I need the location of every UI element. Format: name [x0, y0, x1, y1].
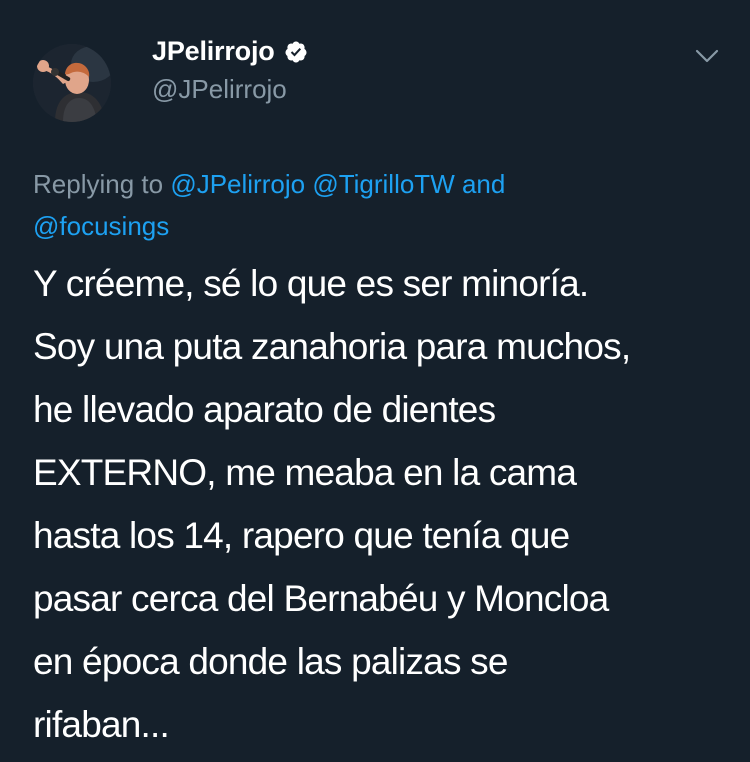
author-handle[interactable]: @JPelirrojo: [152, 74, 287, 105]
tweet-text-line: pasar cerca del Bernabéu y Moncloa: [33, 578, 609, 619]
tweet-text: Y créeme, sé lo que es ser minoría. Soy …: [33, 252, 723, 756]
avatar-photo: [33, 44, 111, 122]
tweet-text-line: Soy una puta zanahoria para muchos,: [33, 326, 631, 367]
tweet-text-line: Y créeme, sé lo que es ser minoría.: [33, 263, 589, 304]
tweet-text-line: rifaban...: [33, 704, 170, 745]
mention-link[interactable]: @JPelirrojo: [170, 169, 305, 199]
tweet-text-line: he llevado aparato de dientes: [33, 389, 496, 430]
avatar[interactable]: [33, 44, 111, 122]
tweet: JPelirrojo @JPelirrojo Replying to @JPel…: [0, 0, 750, 762]
mention-link[interactable]: @TigrilloTW: [312, 169, 454, 199]
author-row[interactable]: JPelirrojo: [152, 36, 308, 67]
reply-prefix: Replying to: [33, 169, 164, 199]
reply-conjunction[interactable]: and: [462, 169, 505, 199]
tweet-text-line: EXTERNO, me meaba en la cama: [33, 452, 577, 493]
verified-badge-icon: [285, 41, 307, 62]
tweet-text-line: hasta los 14, rapero que tenía que: [33, 515, 570, 556]
reply-context: Replying to @JPelirrojo @TigrilloTW and …: [33, 163, 723, 247]
tweet-menu-button[interactable]: [694, 46, 720, 66]
mention-link[interactable]: @focusings: [33, 211, 169, 241]
tweet-text-line: en época donde las palizas se: [33, 641, 508, 682]
chevron-down-icon: [695, 49, 719, 63]
display-name[interactable]: JPelirrojo: [152, 36, 275, 67]
